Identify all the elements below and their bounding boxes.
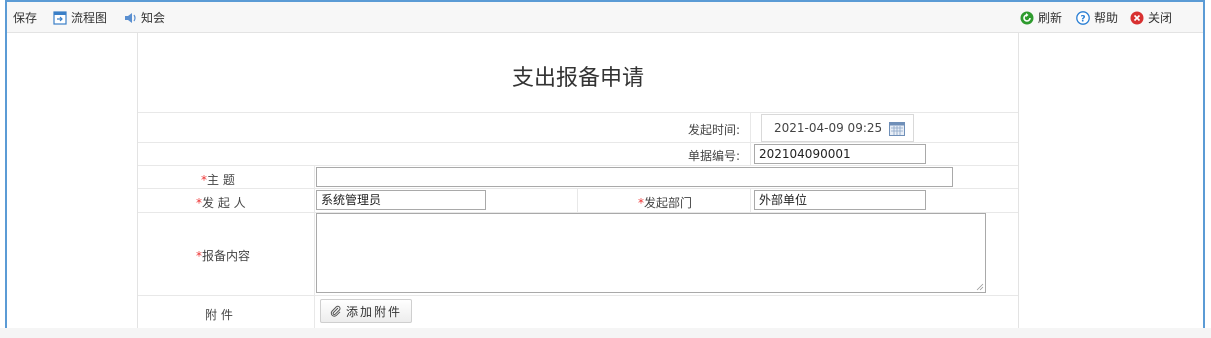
save-button[interactable]: 保存 (13, 9, 37, 26)
row-divider (138, 188, 1018, 189)
save-label: 保存 (13, 11, 38, 25)
initiator-field[interactable]: 系统管理员 (316, 190, 486, 210)
window-frame: 保存 流程图 知会 刷新 ? 帮助 关闭 支出报备申请 发起时间: 2021-0… (5, 0, 1205, 330)
svg-text:?: ? (1080, 14, 1085, 24)
department-field[interactable]: 外部单位 (754, 190, 926, 210)
notify-speaker-icon (125, 12, 136, 23)
department-label: *发起部门 (638, 194, 692, 211)
add-attachment-button[interactable]: 添加附件 (320, 299, 412, 323)
start-time-label: 发起时间: (688, 123, 741, 137)
bottom-strip (0, 328, 1211, 338)
notify-label: 知会 (141, 11, 166, 25)
form-area: 支出报备申请 发起时间: 2021-04-09 09:25 单据编号: 2021… (137, 32, 1019, 330)
paperclip-icon (330, 305, 341, 317)
resize-handle-icon[interactable] (976, 283, 984, 291)
content-label-text: 报备内容 (202, 249, 251, 263)
calendar-icon[interactable] (889, 122, 905, 136)
flowchart-label: 流程图 (71, 11, 108, 25)
help-label: 帮助 (1094, 11, 1119, 25)
help-icon: ? (1076, 10, 1090, 25)
row-divider (138, 112, 1018, 113)
help-button[interactable]: ? 帮助 (1076, 9, 1118, 26)
add-attachment-label: 添加附件 (345, 304, 402, 319)
refresh-button[interactable]: 刷新 (1020, 9, 1062, 26)
subject-label-text: 主 题 (207, 173, 235, 187)
toolbar: 保存 流程图 知会 刷新 ? 帮助 关闭 (7, 2, 1203, 33)
department-label-text: 发起部门 (644, 196, 693, 210)
col-divider (750, 188, 751, 212)
refresh-icon (1020, 11, 1034, 24)
flowchart-icon (53, 10, 67, 25)
row-divider (138, 165, 1018, 166)
initiator-label-text: 发 起 人 (202, 196, 246, 210)
close-button[interactable]: 关闭 (1130, 9, 1172, 26)
attachment-label: 附 件 (205, 308, 233, 322)
refresh-label: 刷新 (1038, 11, 1063, 25)
content-label: *报备内容 (196, 247, 250, 264)
start-time-field[interactable]: 2021-04-09 09:25 (761, 114, 914, 142)
initiator-label: *发 起 人 (196, 194, 246, 211)
doc-no-label: 单据编号: (688, 149, 741, 163)
close-icon (1130, 11, 1144, 24)
col-divider (750, 112, 751, 165)
row-divider (138, 295, 1018, 296)
start-time-value: 2021-04-09 09:25 (774, 121, 883, 135)
page-title: 支出报备申请 (511, 66, 644, 91)
col-divider (314, 165, 315, 329)
doc-no-field[interactable]: 202104090001 (754, 144, 926, 164)
row-divider (138, 142, 1018, 143)
col-divider (577, 188, 578, 212)
close-label: 关闭 (1148, 11, 1173, 25)
flowchart-button[interactable]: 流程图 (53, 9, 107, 26)
notify-button[interactable]: 知会 (123, 9, 165, 26)
content-textarea[interactable] (316, 213, 986, 293)
subject-label: *主 题 (201, 171, 235, 188)
subject-field[interactable] (316, 167, 953, 187)
